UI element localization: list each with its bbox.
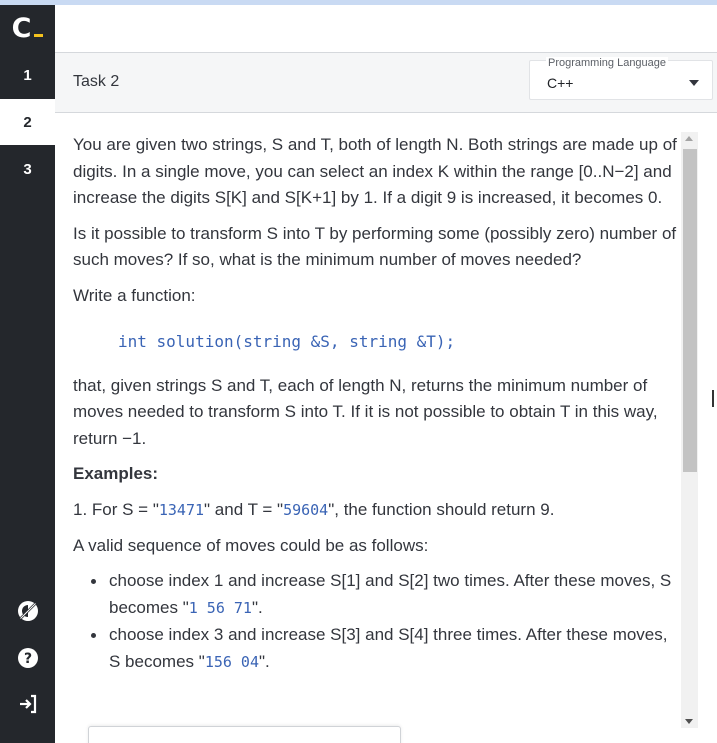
task-number: 3: [23, 160, 32, 178]
example-text: ", the function should return 9.: [328, 499, 555, 519]
language-select-label: Programming Language: [546, 57, 669, 69]
description-paragraph: You are given two strings, S and T, both…: [73, 135, 677, 208]
task-number: 1: [23, 66, 32, 84]
task-header: Task 2 Programming Language C++: [55, 53, 717, 113]
logo-letter: C: [11, 13, 32, 44]
function-signature: int solution(string &S, string &T);: [118, 331, 456, 351]
task-number: 2: [23, 113, 32, 131]
sidebar-item-task-1[interactable]: 1: [0, 52, 55, 98]
scrollbar-thumb[interactable]: [683, 149, 697, 472]
sidebar: C 1 2 3 ?: [0, 5, 55, 743]
move-value: 156 04: [204, 652, 259, 671]
description-scrollbar[interactable]: [681, 132, 698, 728]
help-icon[interactable]: ?: [14, 644, 41, 671]
description-paragraph: A valid sequence of moves could be as fo…: [73, 535, 429, 555]
description-paragraph: that, given strings S and T, each of len…: [73, 375, 658, 448]
language-select[interactable]: Programming Language C++: [529, 57, 713, 100]
example-text: " and T = ": [204, 499, 284, 519]
examples-heading: Examples:: [73, 464, 159, 484]
list-item: choose index 3 and increase S[3] and S[4…: [73, 622, 679, 675]
app-logo: C: [0, 5, 55, 52]
top-header: [55, 5, 717, 53]
example-1: 1. For S = "13471" and T = "59604", the …: [73, 497, 679, 524]
language-select-value: C++: [547, 75, 574, 91]
logo-underscore: [34, 34, 44, 37]
svg-text:?: ?: [23, 651, 31, 667]
sidebar-item-task-3[interactable]: 3: [0, 146, 55, 192]
sidebar-item-task-2[interactable]: 2: [0, 99, 55, 145]
panel-resize-handle[interactable]: [712, 390, 714, 407]
move-text: ".: [259, 651, 270, 671]
move-text: choose index 3 and increase S[3] and S[4…: [109, 625, 668, 671]
exit-icon[interactable]: [14, 690, 41, 717]
moves-list: choose index 1 and increase S[1] and S[2…: [73, 568, 681, 675]
task-description: You are given two strings, S and T, both…: [55, 114, 681, 743]
example-s-value: 13471: [158, 500, 205, 519]
example-t-value: 59604: [283, 500, 329, 519]
theme-toggle-icon[interactable]: [14, 597, 41, 624]
move-text: ".: [251, 597, 263, 617]
description-paragraph: Is it possible to transform S into T by …: [73, 223, 677, 270]
description-paragraph: Write a function:: [73, 285, 196, 305]
chevron-down-icon: [689, 80, 699, 86]
example-text: 1. For S = ": [73, 499, 159, 519]
scroll-down-arrow-icon[interactable]: [685, 719, 693, 724]
move-value: 1 56 71: [188, 598, 252, 617]
bottom-popup-panel: [88, 726, 401, 743]
scroll-up-arrow-icon[interactable]: [685, 136, 693, 141]
task-title: Task 2: [73, 73, 120, 90]
list-item: choose index 1 and increase S[1] and S[2…: [73, 568, 679, 621]
